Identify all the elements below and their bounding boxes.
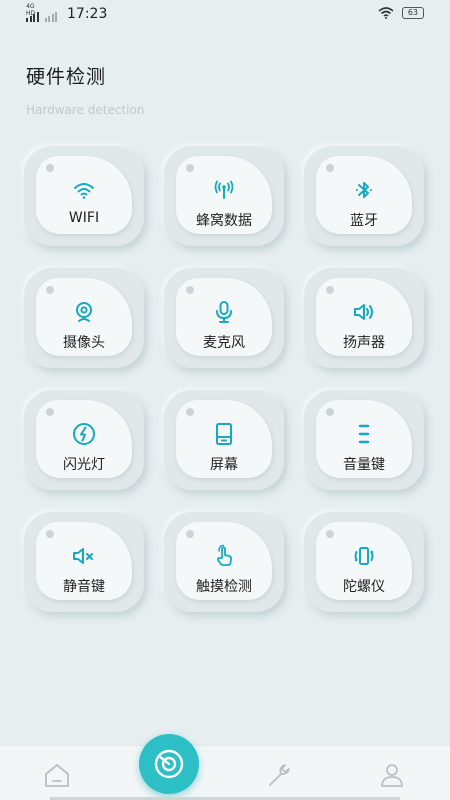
gyroscope-icon: [354, 547, 374, 565]
screen-icon: [216, 423, 232, 445]
tile-label: 麦克风: [203, 335, 245, 351]
touch-icon: [216, 544, 232, 566]
bluetooth-icon: [356, 182, 372, 198]
tile-card: 静音键: [36, 522, 132, 600]
tile-wifi[interactable]: WIFI: [24, 146, 144, 246]
tile-label: 静音键: [63, 579, 105, 595]
tile-card: 扬声器: [316, 278, 412, 356]
wifi-status-icon: [378, 7, 394, 19]
tile-card: 蓝牙: [316, 156, 412, 234]
tile-volume-keys[interactable]: 音量键: [304, 390, 424, 490]
tile-mute-key[interactable]: 静音键: [24, 512, 144, 612]
status-left: 4G HD 17:23: [26, 3, 108, 22]
tile-label: 蓝牙: [350, 213, 378, 229]
status-dot: [186, 164, 194, 172]
status-time: 17:23: [67, 6, 108, 22]
tile-card: 音量键: [316, 400, 412, 478]
secondary-signal-icon: [44, 12, 57, 22]
tile-label: 闪光灯: [63, 457, 105, 473]
tile-label: WIFI: [68, 210, 100, 226]
tile-microphone[interactable]: 麦克风: [164, 268, 284, 368]
tile-card: 蜂窝数据: [176, 156, 272, 234]
tile-label: 扬声器: [343, 335, 385, 351]
tile-card: 摄像头: [36, 278, 132, 356]
volume-keys-icon: [358, 424, 370, 444]
page-subtitle: Hardware detection: [26, 103, 145, 117]
status-dot: [46, 286, 54, 294]
status-right: 63: [378, 7, 424, 19]
status-dot: [326, 286, 334, 294]
flashlight-icon: [73, 423, 95, 445]
tile-flashlight[interactable]: 闪光灯: [24, 390, 144, 490]
signal-group: 4G HD: [26, 3, 39, 22]
detect-icon: [154, 749, 184, 779]
profile-icon[interactable]: [377, 760, 407, 790]
microphone-icon: [216, 301, 232, 323]
tile-card: 麦克风: [176, 278, 272, 356]
tile-card: WIFI: [36, 156, 132, 234]
mute-key-icon: [73, 548, 93, 564]
camera-icon: [76, 302, 92, 322]
tile-label: 音量键: [343, 457, 385, 473]
tile-label: 触摸检测: [196, 579, 252, 595]
tile-label: 摄像头: [63, 335, 105, 351]
tile-gyroscope[interactable]: 陀螺仪: [304, 512, 424, 612]
status-dot: [186, 408, 194, 416]
tile-screen[interactable]: 屏幕: [164, 390, 284, 490]
status-dot: [326, 408, 334, 416]
tile-cellular[interactable]: 蜂窝数据: [164, 146, 284, 246]
tile-card: 陀螺仪: [316, 522, 412, 600]
page-title: 硬件检测: [26, 66, 107, 88]
tile-bluetooth[interactable]: 蓝牙: [304, 146, 424, 246]
status-dot: [46, 530, 54, 538]
wifi-icon: [74, 183, 94, 199]
cellular-data-icon: [214, 180, 234, 199]
status-dot: [46, 164, 54, 172]
status-dot: [186, 530, 194, 538]
tile-card: 闪光灯: [36, 400, 132, 478]
speaker-icon: [354, 304, 373, 320]
battery-icon: 63: [401, 7, 424, 19]
home-icon[interactable]: [42, 760, 72, 790]
tile-camera[interactable]: 摄像头: [24, 268, 144, 368]
tools-icon[interactable]: [264, 760, 294, 790]
status-dot: [46, 408, 54, 416]
status-dot: [326, 164, 334, 172]
tile-speaker[interactable]: 扬声器: [304, 268, 424, 368]
detect-button[interactable]: [139, 734, 199, 794]
tile-label: 屏幕: [210, 457, 238, 473]
tile-label: 蜂窝数据: [196, 213, 252, 229]
page-header: 硬件检测 Hardware detection: [26, 62, 144, 117]
status-dot: [326, 530, 334, 538]
bottom-tab-bar: [0, 745, 450, 800]
tile-card: 屏幕: [176, 400, 272, 478]
network-type: 4G HD: [26, 3, 36, 17]
tile-label: 陀螺仪: [343, 579, 385, 595]
hardware-grid: WIFI 蜂窝数据 蓝牙 摄像头 麦克风 扬声器 闪光灯 屏幕 音量键 静音键 …: [24, 146, 424, 612]
status-dot: [186, 286, 194, 294]
status-bar: 4G HD 17:23 63: [0, 0, 450, 30]
tile-touch[interactable]: 触摸检测: [164, 512, 284, 612]
tile-card: 触摸检测: [176, 522, 272, 600]
